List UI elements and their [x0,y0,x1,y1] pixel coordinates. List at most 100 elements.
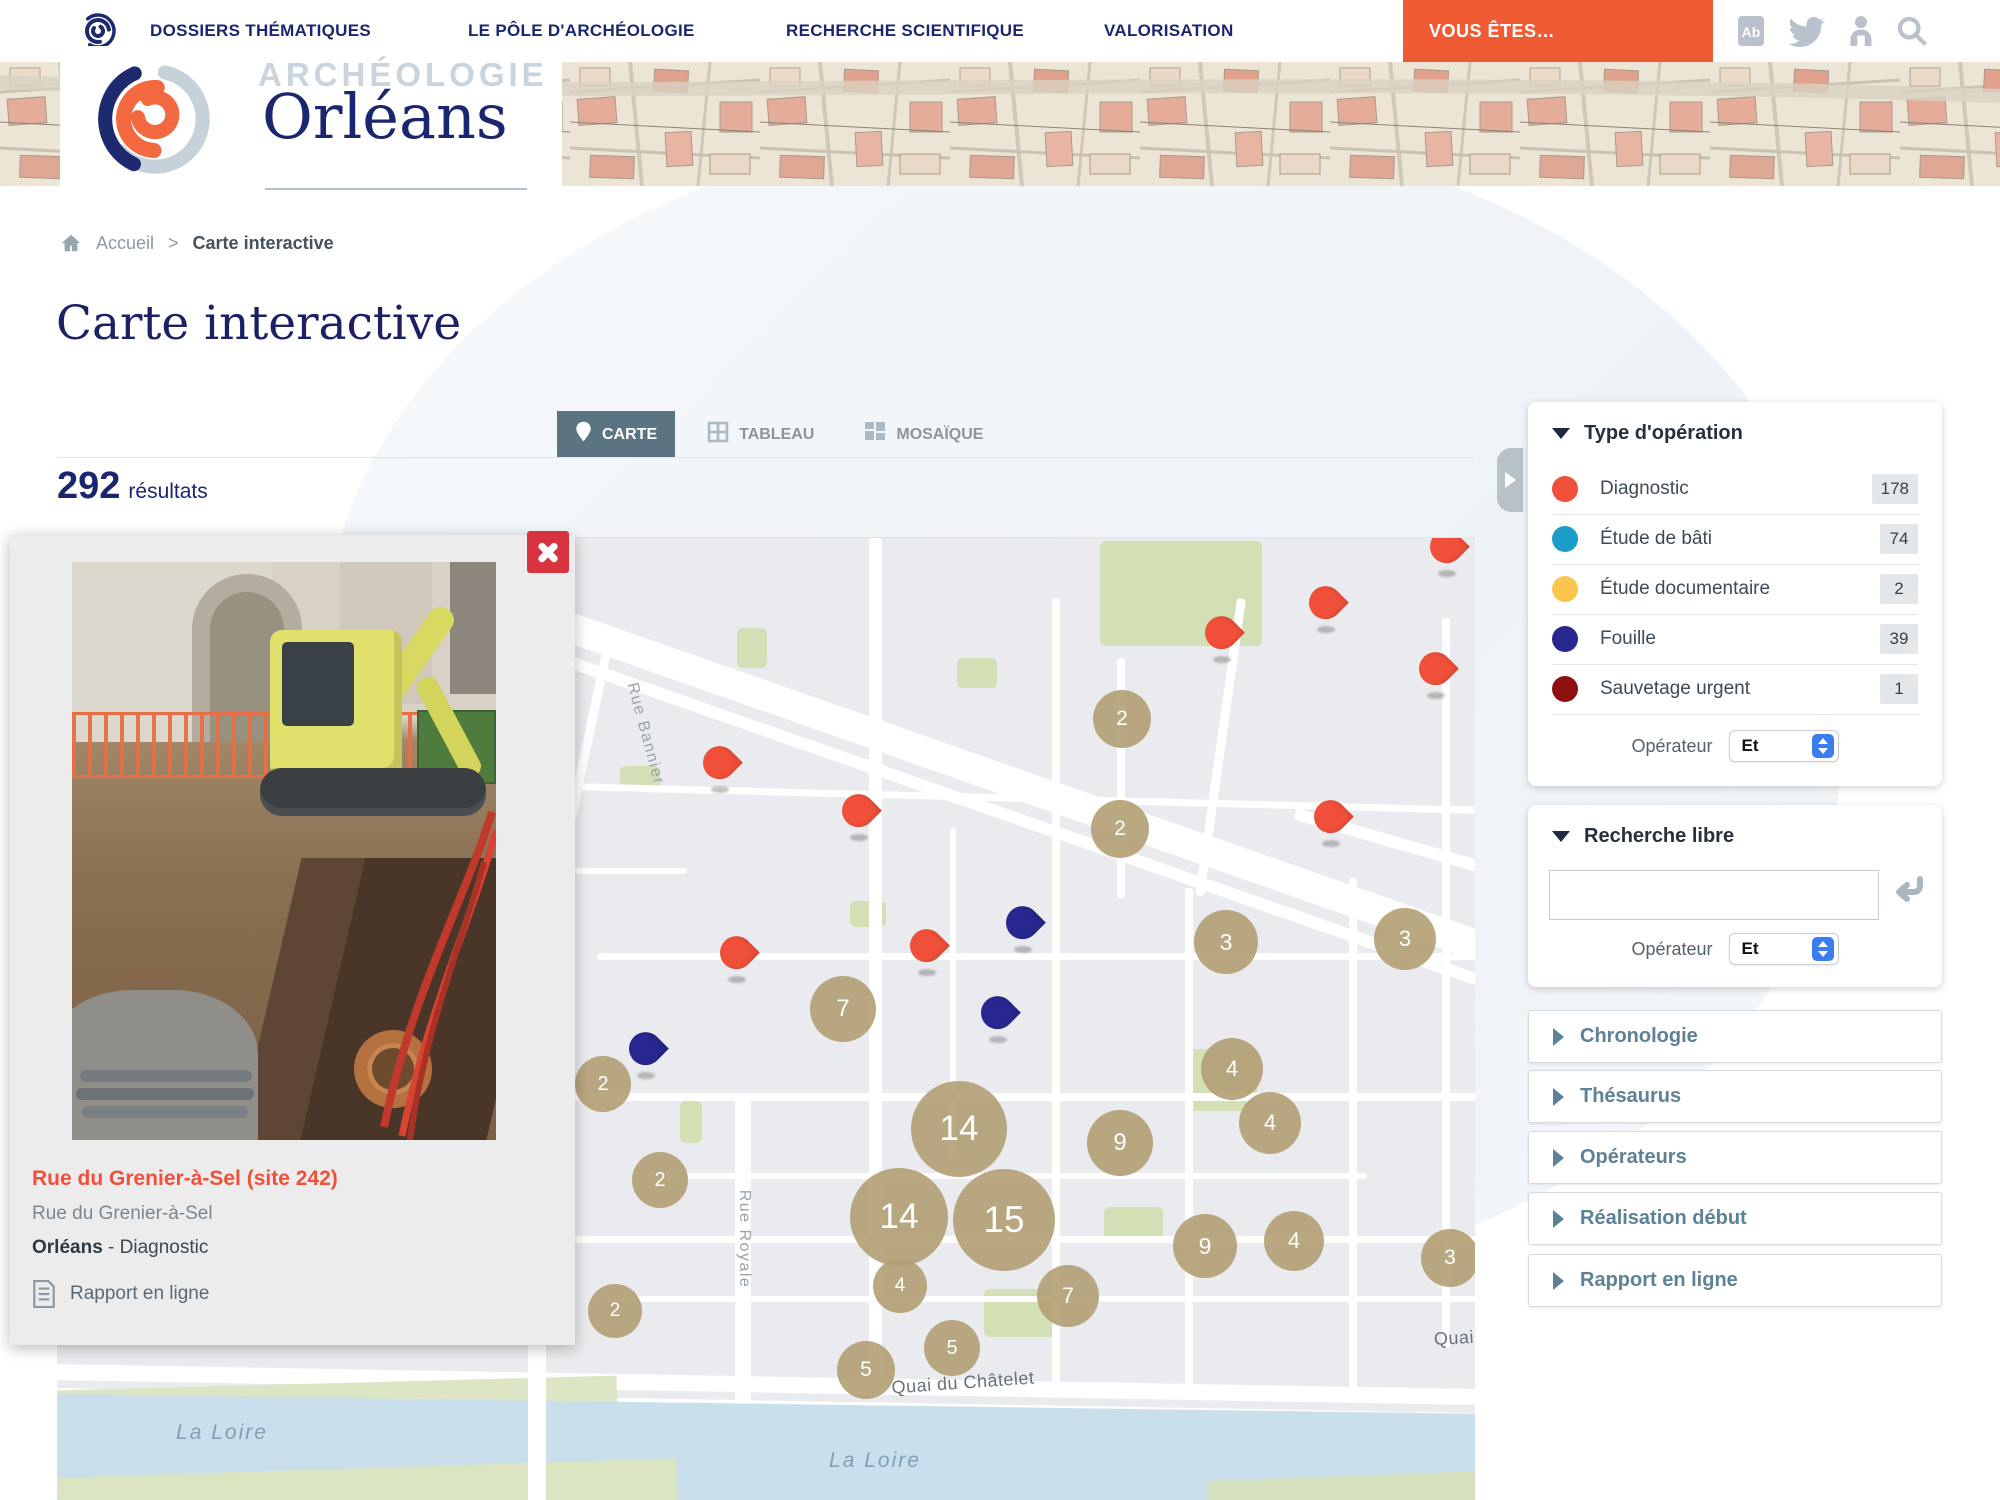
select-stepper-icon [1812,937,1834,961]
map-pin-diagnostic[interactable] [909,928,945,976]
map-cluster[interactable]: 3 [1374,908,1436,970]
site-logo[interactable]: ARCHÉOLOGIE Orléans [60,46,562,194]
operator-select[interactable]: Et [1729,730,1839,762]
map-cluster[interactable]: 14 [850,1168,948,1266]
page-title: Carte interactive [56,296,461,351]
operator-row: Opérateur Et [1528,730,1942,762]
popup-report-label: Rapport en ligne [70,1283,209,1305]
map-cluster[interactable]: 15 [953,1169,1055,1271]
accordion-operateurs[interactable]: Opérateurs [1528,1131,1942,1184]
person-icon[interactable] [1843,0,1879,62]
accordion-label: Thésaurus [1580,1085,1681,1108]
count-badge: 178 [1872,474,1918,504]
tab-mosaique[interactable]: MOSAÏQUE [846,411,1001,458]
operator-label: Opérateur [1631,939,1712,960]
map-cluster[interactable]: 4 [873,1259,927,1313]
map-pin-fouille[interactable] [628,1031,664,1079]
map-cluster[interactable]: 7 [810,976,876,1042]
breadcrumb-current: Carte interactive [193,233,334,254]
filter-row-etude-documentaire[interactable]: Étude documentaire 2 [1552,564,1918,615]
view-tabs: CARTE TABLEAU MOSAÏQUE [557,411,1001,458]
accordion-label: Réalisation début [1580,1207,1747,1230]
site-popup: Rue du Grenier-à-Sel (site 242) Rue du G… [10,535,575,1345]
sidebar-collapse-handle[interactable] [1497,448,1523,512]
map-cluster[interactable]: 9 [1087,1110,1153,1176]
accordion-label: Chronologie [1580,1025,1698,1048]
svg-text:Ab: Ab [1742,24,1761,40]
map-cluster[interactable]: 5 [924,1320,980,1376]
accordion-realisation-debut[interactable]: Réalisation début [1528,1192,1942,1245]
ab-translate-icon[interactable]: Ab [1735,0,1767,62]
tabs-divider [57,457,1475,458]
filter-row-fouille[interactable]: Fouille 39 [1552,614,1918,665]
count-badge: 39 [1880,624,1918,654]
map-pin-diagnostic[interactable] [1204,615,1240,663]
free-search-header[interactable]: Recherche libre [1552,825,1734,848]
filter-row-sauvetage-urgent[interactable]: Sauvetage urgent 1 [1552,664,1918,715]
operator-label: Opérateur [1631,736,1712,757]
map-pin-diagnostic[interactable] [1429,537,1465,577]
free-search-input[interactable] [1549,870,1879,920]
enter-arrow-icon[interactable] [1890,875,1926,912]
spiral-logo-icon [90,54,220,189]
map-cluster[interactable]: 5 [837,1341,895,1399]
logo-text-orleans: Orléans [262,80,508,153]
excavation-photo [72,562,496,1140]
select-stepper-icon [1812,734,1834,758]
table-icon [707,421,729,448]
map-cluster[interactable]: 9 [1173,1214,1237,1278]
map-pin-fouille[interactable] [980,995,1016,1043]
tab-carte-label: CARTE [602,426,657,444]
map-cluster[interactable]: 2 [1091,800,1149,858]
map-pin-diagnostic[interactable] [841,793,877,841]
accordion-thesaurus[interactable]: Thésaurus [1528,1070,1942,1123]
page: { "colors": { "accent_orange": "#f15b33"… [0,0,2000,1500]
filter-row-diagnostic[interactable]: Diagnostic 178 [1552,464,1918,515]
map-pin-diagnostic[interactable] [1308,585,1344,633]
type-operation-header[interactable]: Type d'opération [1552,422,1743,445]
map-cluster[interactable]: 4 [1239,1092,1301,1154]
map-cluster[interactable]: 2 [588,1284,642,1338]
vous-etes-menu[interactable]: VOUS ÊTES… [1403,0,1713,62]
map-cluster[interactable]: 4 [1264,1211,1324,1271]
popup-close-button[interactable] [527,531,569,573]
map-pin-diagnostic[interactable] [702,745,738,793]
operator-select[interactable]: Et [1729,933,1839,965]
count-badge: 74 [1880,524,1918,554]
map-cluster[interactable]: 3 [1194,910,1258,974]
operator-value: Et [1742,736,1812,756]
home-icon[interactable] [60,232,82,254]
map-cluster[interactable]: 14 [911,1081,1007,1177]
twitter-icon[interactable] [1785,0,1825,62]
map-cluster[interactable]: 7 [1037,1265,1099,1327]
map-cluster[interactable]: 2 [1093,690,1151,748]
filter-label: Étude de bâti [1600,528,1880,550]
logo-underline [265,188,527,190]
chevron-down-icon [1552,831,1570,842]
accordion-chronologie[interactable]: Chronologie [1528,1010,1942,1063]
results-label: résultats [128,480,207,503]
operator-value: Et [1742,939,1812,959]
results-number: 292 [57,465,120,507]
tab-carte[interactable]: CARTE [557,411,675,458]
accordion-rapport-en-ligne[interactable]: Rapport en ligne [1528,1254,1942,1307]
tab-tableau[interactable]: TABLEAU [689,411,832,458]
map-cluster[interactable]: 3 [1421,1229,1475,1287]
popup-report-link[interactable]: Rapport en ligne [32,1280,209,1308]
map-cluster[interactable]: 2 [632,1152,688,1208]
map-cluster[interactable]: 4 [1201,1038,1263,1100]
map-pin-fouille[interactable] [1005,905,1041,953]
filter-row-etude-bati[interactable]: Étude de bâti 74 [1552,514,1918,565]
search-icon[interactable] [1895,0,1929,62]
operator-row: Opérateur Et [1528,933,1942,965]
popup-site-title[interactable]: Rue du Grenier-à-Sel (site 242) [32,1167,338,1191]
nav-item-recherche[interactable]: RECHERCHE SCIENTIFIQUE [786,0,1024,62]
nav-item-valorisation[interactable]: VALORISATION [1104,0,1234,62]
diagnostic-dot [1552,476,1578,502]
map-pin-diagnostic[interactable] [719,935,755,983]
sauvetage-urgent-dot [1552,676,1578,702]
breadcrumb-home[interactable]: Accueil [96,233,154,254]
map-pin-diagnostic[interactable] [1313,799,1349,847]
map-pin-diagnostic[interactable] [1418,651,1454,699]
map-cluster[interactable]: 2 [575,1056,631,1112]
